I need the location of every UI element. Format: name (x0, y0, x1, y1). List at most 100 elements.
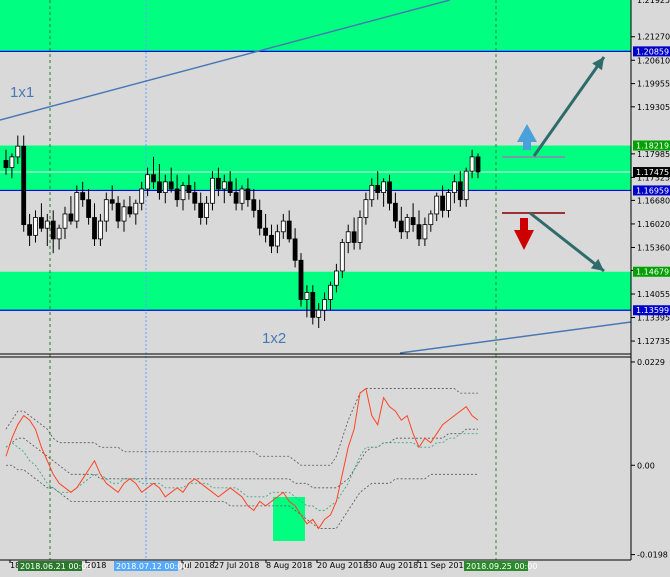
price-tick-label: 1.17985 (637, 150, 670, 159)
candle-body (198, 202, 204, 218)
price-tag-3: 1.16959 (633, 185, 670, 196)
price-tag-label: 1.14679 (636, 268, 669, 277)
candle-body (74, 192, 80, 222)
price-tick-label: 1.21270 (637, 33, 670, 42)
indicator-highlight (273, 497, 305, 541)
price-tick-label-top: 1.21925 (637, 0, 670, 5)
candle-body (387, 181, 392, 204)
candle-body (162, 181, 168, 193)
candle-body (21, 145, 27, 226)
candle-body (333, 270, 339, 286)
zone-0 (0, 0, 631, 52)
candle-body (339, 242, 345, 272)
candle-body (33, 217, 38, 236)
candle-body (280, 220, 286, 233)
date-tag-label: 2018.09.25 00:00 (466, 562, 537, 571)
candle-body (434, 195, 440, 215)
candle-body (469, 156, 475, 172)
zone-2 (0, 271, 631, 311)
candle-body (375, 185, 381, 193)
candle-body (139, 188, 145, 204)
candle-body (210, 177, 215, 204)
price-tick-label: 1.16020 (637, 220, 670, 229)
candle-body (115, 202, 121, 222)
candle-body (416, 224, 422, 240)
candle-body (133, 202, 139, 215)
price-tick-label: 1.15360 (637, 243, 670, 252)
candle-body (98, 220, 103, 240)
price-tag-label: 1.18219 (636, 142, 669, 151)
candle-body (316, 309, 322, 318)
candle-body (369, 185, 375, 201)
candle-body (80, 192, 86, 201)
candle-3 (21, 135, 27, 232)
trading-chart[interactable]: 1x1 1x2 1.21270 1.20610 1.19955 1.19305 1.179… (0, 0, 670, 577)
candle-body (404, 217, 410, 233)
price-tag-label: 1.16959 (636, 186, 669, 195)
candle-body (9, 156, 15, 168)
candle-body (298, 259, 304, 300)
candle-body (446, 192, 451, 211)
date-tag-1: 2018.07.12 00:00 (114, 561, 187, 571)
candle-body (475, 156, 481, 173)
indicator-tick-label: 0.00 (637, 461, 655, 470)
candle-body (422, 224, 428, 240)
candle-body (363, 199, 369, 218)
candle-body (251, 199, 257, 211)
candle-body (310, 291, 316, 318)
date-tick-label: 20 Aug 2018 (317, 561, 368, 570)
candle-body (345, 231, 351, 243)
candle-body (192, 192, 198, 204)
price-tag-label: 1.13599 (636, 306, 669, 315)
candle-body (86, 199, 91, 218)
candle-body (56, 227, 62, 240)
annotation-1x1: 1x1 (10, 84, 34, 101)
candle-body (68, 213, 74, 222)
candle-body (233, 192, 239, 204)
candle-body (215, 177, 221, 190)
candle-body (304, 291, 310, 300)
candle-body (357, 217, 363, 243)
candle-body (92, 217, 97, 240)
price-tick-label: 1.20610 (637, 56, 670, 65)
price-tick-label: 1.16680 (637, 196, 670, 205)
candle-body (428, 213, 434, 226)
price-tick-label: 1.12735 (637, 337, 670, 346)
candle-body (381, 181, 387, 193)
candle-body (204, 202, 210, 218)
price-tag-2: 1.17475 (633, 167, 670, 178)
candle-body (151, 174, 156, 183)
indicator-tick-label: -0.0198 (637, 551, 668, 560)
candle-body (156, 181, 162, 193)
candle-body (127, 206, 133, 215)
candle-body (274, 231, 280, 247)
candle-body (463, 170, 469, 201)
price-tick-label: 1.19955 (637, 80, 670, 89)
candle-body (322, 299, 328, 311)
date-tag-label: 2018.07.12 00:00 (116, 562, 187, 571)
date-tag-2: 2018.09.25 00:00 (464, 561, 537, 571)
candle-body (174, 188, 180, 201)
candle-body (292, 238, 298, 261)
candle-body (263, 227, 269, 236)
candle-body (351, 231, 357, 243)
date-tick-label: 8 Aug 2018 (266, 561, 312, 570)
candle-body (15, 145, 21, 158)
price-tag-4: 1.14679 (633, 266, 670, 277)
candle-body (221, 181, 227, 190)
price-tag-label: 1.20859 (636, 47, 669, 56)
price-tag-1: 1.18219 (633, 140, 670, 151)
date-tick-label: 30 Aug 2018 (367, 561, 418, 570)
candle-body (62, 213, 68, 229)
price-tick-label: 1.14055 (637, 290, 670, 299)
candle-body (44, 220, 50, 229)
candle-body (257, 209, 263, 229)
candle-body (410, 217, 416, 226)
candle-body (328, 284, 333, 300)
candle-body (121, 206, 127, 222)
date-tick-label: 11 Sep 2018 (418, 561, 469, 570)
candle-body (180, 185, 186, 201)
candle-body (398, 220, 404, 233)
candle-body (3, 160, 9, 168)
candle-body (168, 181, 174, 190)
